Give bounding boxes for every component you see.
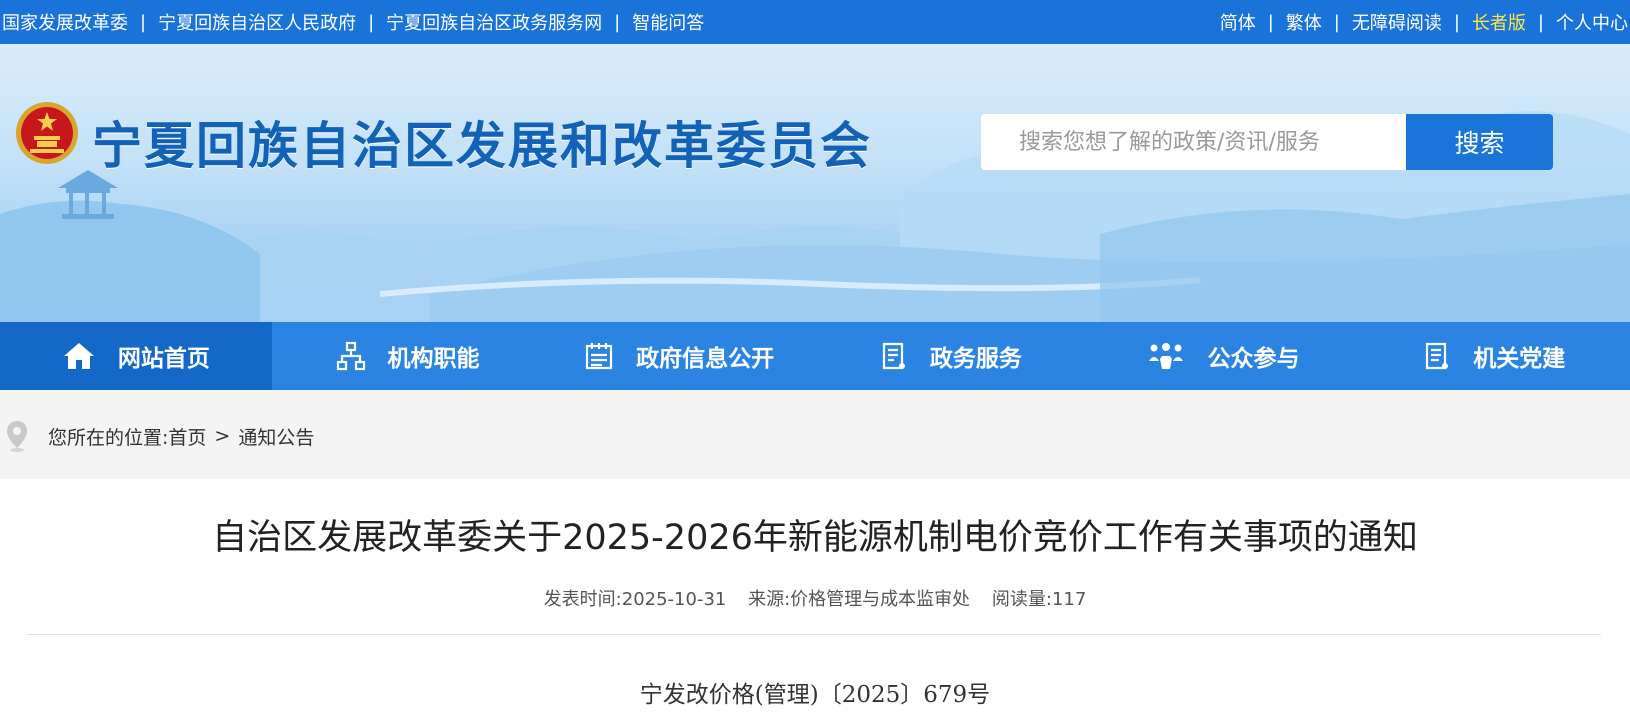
top-bar-right-links: 简体 | 繁体 | 无障碍阅读 | 长者版 | 个人中心 [1220, 0, 1628, 44]
breadcrumb-home-link[interactable]: 首页 [168, 423, 206, 450]
read-count: 阅读量:117 [991, 589, 1087, 610]
top-bar: 国家发展改革委 | 宁夏回族自治区人民政府 | 宁夏回族自治区政务服务网 | 智… [0, 0, 1630, 44]
nav-item-public-participation[interactable]: 公众参与 [1087, 322, 1359, 390]
home-icon [63, 343, 94, 369]
calendar-list-icon [586, 343, 613, 370]
link-personal-center[interactable]: 个人中心 [1556, 9, 1628, 35]
nav-item-label: 机构职能 [387, 346, 480, 372]
national-emblem-icon [16, 102, 78, 164]
nav-item-label: 网站首页 [117, 346, 210, 372]
separator: | [1333, 11, 1340, 33]
link-simplified[interactable]: 简体 [1220, 9, 1256, 35]
org-chart-icon [336, 341, 365, 371]
nav-item-label: 公众参与 [1207, 346, 1300, 372]
separator: | [1267, 11, 1274, 33]
nav-item-party-building[interactable]: 机关党建 [1358, 322, 1630, 390]
nav-item-info-disclosure[interactable]: 政府信息公开 [543, 322, 815, 390]
link-ningxia-service-portal[interactable]: 宁夏回族自治区政务服务网 [386, 9, 602, 35]
article-panel: 自治区发展改革委关于2025-2026年新能源机制电价竞价工作有关事项的通知 发… [0, 479, 1630, 717]
link-accessible-reading[interactable]: 无障碍阅读 [1352, 9, 1442, 35]
nav-item-label: 政务服务 [929, 346, 1022, 372]
separator: | [1453, 11, 1460, 33]
separator: | [614, 11, 621, 33]
link-ningxia-government[interactable]: 宁夏回族自治区人民政府 [158, 9, 356, 35]
document-lines-icon [1426, 342, 1449, 370]
publish-time: 发表时间:2025-10-31 [543, 589, 727, 610]
nav-item-organization[interactable]: 机构职能 [272, 322, 544, 390]
search-input[interactable] [981, 114, 1407, 170]
document-list-icon [882, 342, 905, 370]
search-button[interactable]: 搜索 [1406, 114, 1553, 170]
breadcrumb: 您所在的位置: 首页 > 通知公告 [0, 408, 314, 464]
article-meta: 发表时间:2025-10-31 来源:价格管理与成本监审处 阅读量:117 [0, 585, 1630, 611]
breadcrumb-current-link[interactable]: 通知公告 [238, 423, 314, 450]
top-bar-left-links: 国家发展改革委 | 宁夏回族自治区人民政府 | 宁夏回族自治区政务服务网 | 智… [2, 0, 704, 44]
nav-item-government-services[interactable]: 政务服务 [815, 322, 1087, 390]
article-title: 自治区发展改革委关于2025-2026年新能源机制电价竞价工作有关事项的通知 [212, 518, 1418, 558]
link-smart-qa[interactable]: 智能问答 [632, 9, 704, 35]
separator: | [140, 11, 147, 33]
mountain-scenery-image [0, 111, 1630, 322]
link-traditional[interactable]: 繁体 [1286, 9, 1322, 35]
main-nav: 网站首页 机构职能 政府信息公开 政务服务 公众参与 机关党建 [0, 322, 1630, 390]
separator: | [1537, 11, 1544, 33]
link-ndrc[interactable]: 国家发展改革委 [2, 9, 128, 35]
nav-item-label: 政府信息公开 [636, 346, 775, 372]
divider [27, 634, 1601, 635]
link-elder-version[interactable]: 长者版 [1472, 9, 1526, 35]
nav-item-home[interactable]: 网站首页 [0, 322, 272, 390]
separator: | [368, 11, 375, 33]
breadcrumb-separator: > [214, 425, 231, 447]
article-source: 来源:价格管理与成本监审处 [748, 589, 971, 610]
header-banner: 宁夏回族自治区发展和改革委员会 搜索 [0, 44, 1630, 322]
site-title: 宁夏回族自治区发展和改革委员会 [92, 116, 872, 175]
nav-item-label: 机关党建 [1473, 346, 1566, 372]
breadcrumb-prefix: 您所在的位置: [48, 426, 169, 449]
location-pin-icon [7, 421, 27, 452]
people-icon [1148, 343, 1183, 369]
document-number: 宁发改价格(管理)〔2025〕679号 [639, 682, 991, 708]
